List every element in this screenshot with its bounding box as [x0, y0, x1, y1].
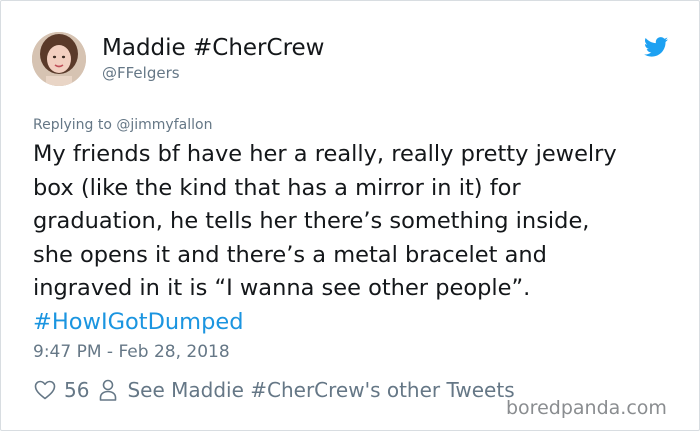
tweet-actions: 56 See Maddie #CherCrew's other Tweets	[34, 377, 515, 403]
tweet-body-line: ingraved in it is “I wanna see other peo…	[33, 275, 531, 301]
tweet-body-line: graduation, he tells her there’s somethi…	[33, 208, 590, 234]
avatar[interactable]	[32, 32, 86, 86]
like-count: 56	[64, 378, 90, 402]
tweet-timestamp[interactable]: 9:47 PM - Feb 28, 2018	[33, 342, 230, 362]
display-name[interactable]: Maddie #CherCrew	[102, 35, 324, 61]
see-other-tweets-link[interactable]: See Maddie #CherCrew's other Tweets	[127, 378, 514, 402]
person-icon[interactable]	[99, 379, 117, 401]
tweet-body-line: box (like the kind that has a mirror in …	[33, 174, 521, 201]
user-handle[interactable]: @FFelgers	[102, 64, 180, 82]
tweet-body-line: she opens it and there’s a metal bracele…	[33, 241, 547, 268]
tweet-card: Maddie #CherCrew @FFelgers Replying to @…	[0, 0, 700, 431]
tweet-body-line: My friends bf have her a really, really …	[33, 141, 617, 167]
heart-icon[interactable]	[34, 380, 56, 400]
twitter-bird-icon[interactable]	[644, 37, 668, 57]
watermark: boredpanda.com	[506, 397, 667, 419]
tweet-body: My friends bf have her a really, really …	[33, 138, 683, 339]
replying-to[interactable]: Replying to @jimmyfallon	[33, 117, 212, 133]
avatar-image	[32, 32, 86, 86]
hashtag-link[interactable]: #HowIGotDumped	[33, 306, 683, 340]
